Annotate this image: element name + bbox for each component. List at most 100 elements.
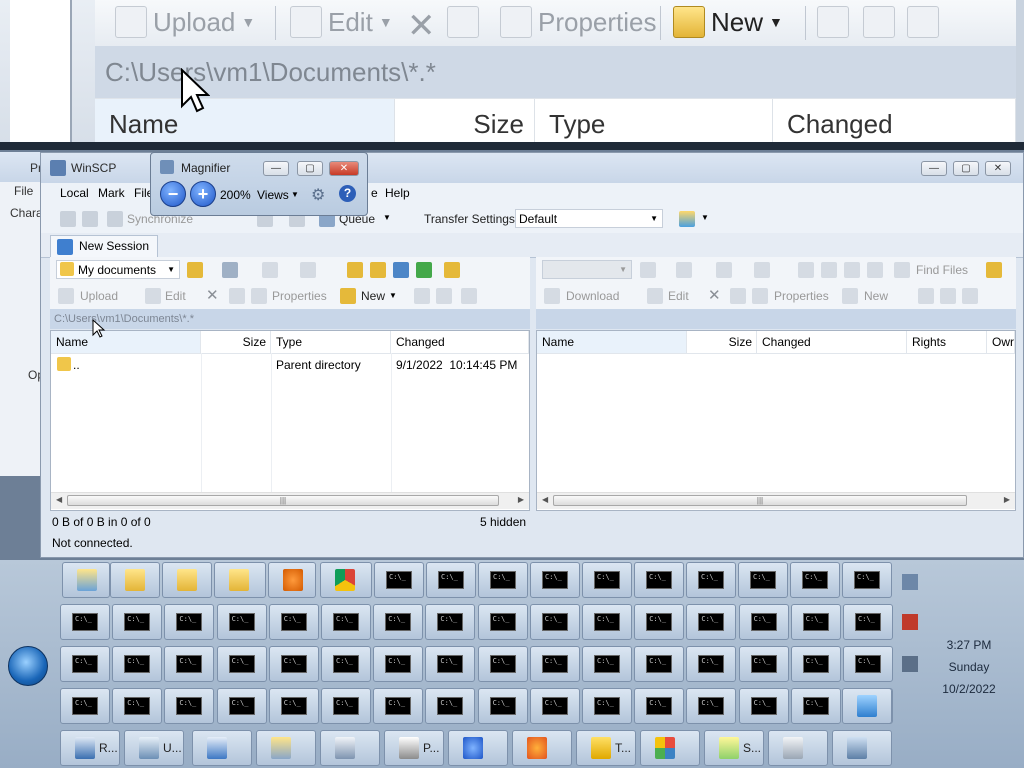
synchronize-icon[interactable] bbox=[107, 211, 123, 227]
edit-icon[interactable] bbox=[647, 288, 663, 304]
taskbar-command-prompt[interactable]: C:\_ bbox=[268, 646, 319, 682]
local-header-size[interactable]: Size bbox=[201, 331, 271, 353]
taskbar-command-prompt[interactable]: C:\_ bbox=[268, 604, 319, 640]
taskbar-command-prompt[interactable]: C:\_ bbox=[112, 646, 163, 682]
taskbar-command-prompt[interactable]: C:\_ bbox=[216, 646, 267, 682]
remote-location-select[interactable]: ▼ bbox=[542, 260, 632, 279]
views-button[interactable]: Views bbox=[257, 188, 289, 202]
transfer-preset-icon[interactable] bbox=[679, 211, 695, 227]
compare-icon[interactable] bbox=[60, 211, 76, 227]
taskbar-command-prompt[interactable]: C:\_ bbox=[477, 688, 528, 724]
remote-download-button[interactable]: Download bbox=[566, 289, 619, 303]
taskbar-command-prompt[interactable]: C:\_ bbox=[477, 646, 528, 682]
taskbar-command-prompt[interactable]: C:\_ bbox=[164, 646, 215, 682]
taskbar-explorer[interactable] bbox=[62, 562, 110, 598]
properties-icon[interactable] bbox=[752, 288, 768, 304]
taskbar-paint-app[interactable] bbox=[640, 730, 700, 766]
taskbar-folder[interactable] bbox=[162, 562, 212, 598]
taskbar-command-prompt[interactable]: C:\_ bbox=[790, 604, 841, 640]
taskbar-command-prompt[interactable]: C:\_ bbox=[686, 604, 737, 640]
root-directory-icon[interactable] bbox=[370, 262, 386, 278]
taskbar-command-prompt[interactable]: C:\_ bbox=[738, 604, 789, 640]
tree-icon[interactable] bbox=[986, 262, 1002, 278]
taskbar-command-prompt[interactable]: C:\_ bbox=[373, 646, 424, 682]
scroll-right-icon[interactable]: ▶ bbox=[518, 495, 524, 504]
taskbar-command-prompt[interactable]: C:\_ bbox=[582, 562, 632, 598]
tree-icon[interactable] bbox=[444, 262, 460, 278]
taskbar-command-prompt[interactable]: C:\_ bbox=[686, 646, 737, 682]
remote-new-button[interactable]: New bbox=[864, 289, 888, 303]
local-edit-button[interactable]: Edit bbox=[165, 289, 186, 303]
open-directory-icon[interactable] bbox=[640, 262, 656, 278]
magnifier-close-button[interactable]: ✕ bbox=[329, 161, 359, 176]
remote-edit-button[interactable]: Edit bbox=[668, 289, 689, 303]
zoom-in-button[interactable]: + bbox=[190, 181, 216, 207]
zoom-out-button[interactable]: − bbox=[160, 181, 186, 207]
taskbar-command-prompt[interactable]: C:\_ bbox=[425, 688, 476, 724]
transfer-settings-select[interactable]: Default ▼ bbox=[515, 209, 663, 228]
remote-properties-button[interactable]: Properties bbox=[774, 289, 829, 303]
local-horizontal-scrollbar[interactable]: ◀ ||| ▶ bbox=[51, 492, 529, 509]
taskbar-command-prompt[interactable]: C:\_ bbox=[321, 688, 371, 724]
select-minus-icon[interactable] bbox=[436, 288, 452, 304]
remote-horizontal-scrollbar[interactable]: ◀ ||| ▶ bbox=[537, 492, 1015, 509]
taskbar-command-prompt[interactable]: C:\_ bbox=[373, 604, 424, 640]
select-plus-icon[interactable] bbox=[414, 288, 430, 304]
taskbar-command-prompt[interactable]: C:\_ bbox=[60, 688, 110, 724]
new-folder-icon[interactable] bbox=[340, 288, 356, 304]
taskbar-keyboard[interactable] bbox=[320, 730, 380, 766]
background-menu-file[interactable]: File bbox=[14, 184, 33, 198]
taskbar-command-prompt[interactable]: C:\_ bbox=[529, 688, 580, 724]
taskbar-command-prompt[interactable]: C:\_ bbox=[843, 646, 893, 682]
local-path-bar[interactable]: C:\Users\vm1\Documents\*.* bbox=[50, 309, 530, 329]
select-minus-icon[interactable] bbox=[940, 288, 956, 304]
taskbar-command-prompt[interactable]: C:\_ bbox=[216, 688, 267, 724]
select-plus-icon[interactable] bbox=[918, 288, 934, 304]
close-button[interactable]: ✕ bbox=[985, 161, 1011, 176]
refresh-icon[interactable] bbox=[416, 262, 432, 278]
download-icon[interactable] bbox=[544, 288, 560, 304]
taskbar-command-prompt[interactable]: C:\_ bbox=[686, 688, 737, 724]
taskbar-control-panel[interactable] bbox=[842, 688, 892, 724]
forward-icon[interactable] bbox=[300, 262, 316, 278]
scrollbar-thumb[interactable]: ||| bbox=[553, 495, 967, 506]
back-icon[interactable] bbox=[262, 262, 278, 278]
taskbar-command-prompt[interactable]: C:\_ bbox=[321, 646, 371, 682]
taskbar-command-prompt[interactable]: C:\_ bbox=[373, 688, 424, 724]
remote-header-size[interactable]: Size bbox=[687, 331, 757, 353]
minimize-button[interactable]: — bbox=[921, 161, 947, 176]
remote-header-rights[interactable]: Rights bbox=[907, 331, 987, 353]
menu-remote[interactable]: e bbox=[371, 186, 378, 200]
taskbar-command-prompt[interactable]: C:\_ bbox=[60, 646, 110, 682]
root-directory-icon[interactable] bbox=[821, 262, 837, 278]
taskbar-command-prompt[interactable]: C:\_ bbox=[634, 604, 685, 640]
system-clock[interactable]: 3:27 PM Sunday 10/2/2022 bbox=[930, 634, 1008, 700]
local-location-select[interactable]: My documents ▼ bbox=[56, 260, 180, 279]
taskbar-paint[interactable]: P... bbox=[384, 730, 444, 766]
taskbar-folder[interactable] bbox=[214, 562, 266, 598]
magnifier-maximize-button[interactable]: ▢ bbox=[297, 161, 323, 176]
remote-header-owner[interactable]: Owr bbox=[987, 331, 1015, 353]
local-upload-button[interactable]: Upload bbox=[80, 289, 118, 303]
refresh-icon[interactable] bbox=[867, 262, 883, 278]
taskbar-command-prompt[interactable]: C:\_ bbox=[738, 688, 789, 724]
taskbar-command-prompt[interactable]: C:\_ bbox=[530, 562, 580, 598]
upload-icon[interactable] bbox=[58, 288, 74, 304]
help-icon[interactable]: ? bbox=[339, 185, 356, 202]
taskbar-command-prompt[interactable]: C:\_ bbox=[843, 604, 893, 640]
menu-mark[interactable]: Mark bbox=[98, 186, 125, 200]
action-center-icon[interactable] bbox=[902, 614, 918, 630]
tab-new-session[interactable]: New Session bbox=[50, 235, 159, 257]
taskbar-command-prompt[interactable]: C:\_ bbox=[738, 646, 789, 682]
local-header-name[interactable]: Name bbox=[51, 331, 201, 353]
taskbar-folder[interactable] bbox=[110, 562, 160, 598]
taskbar-media-player[interactable] bbox=[268, 562, 316, 598]
parent-directory-icon[interactable] bbox=[347, 262, 363, 278]
find-files-icon[interactable] bbox=[894, 262, 910, 278]
taskbar-command-prompt[interactable]: C:\_ bbox=[478, 562, 528, 598]
taskbar-warning[interactable]: T... bbox=[576, 730, 636, 766]
sync-browse-icon[interactable] bbox=[82, 211, 98, 227]
menu-help[interactable]: Help bbox=[385, 186, 410, 200]
remote-file-list[interactable]: Name Size Changed Rights Owr ◀ ||| ▶ bbox=[536, 330, 1016, 511]
taskbar-command-prompt[interactable]: C:\_ bbox=[268, 688, 319, 724]
